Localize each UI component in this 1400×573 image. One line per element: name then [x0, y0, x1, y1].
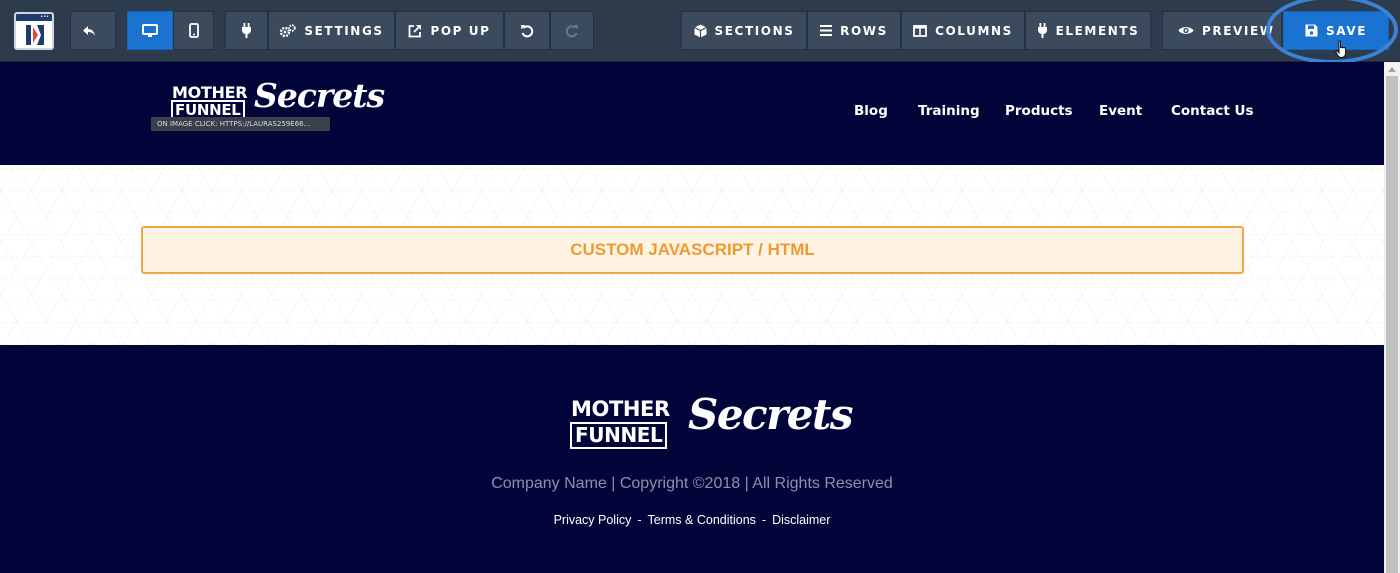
rows-button[interactable]: ROWS	[807, 11, 901, 50]
editor-toolbar: ••• SETTINGS POP UP SECTIONS ROWS COLUMN…	[0, 0, 1400, 64]
plug-icon	[242, 23, 251, 38]
redo-button[interactable]	[550, 11, 594, 50]
columns-button[interactable]: COLUMNS	[901, 11, 1025, 50]
cube-icon	[693, 24, 707, 37]
undo-arrow-icon	[83, 25, 95, 36]
settings-button[interactable]: SETTINGS	[268, 11, 395, 50]
save-label: SAVE	[1326, 23, 1367, 38]
mobile-view-button[interactable]	[173, 11, 214, 50]
footer-links: Privacy Policy - Terms & Conditions - Discla…	[0, 513, 1384, 527]
sections-button[interactable]: SECTIONS	[681, 11, 807, 50]
settings-label: SETTINGS	[304, 23, 384, 38]
preview-button[interactable]: PREVIEW	[1162, 11, 1282, 50]
eye-icon	[1178, 27, 1194, 34]
custom-javascript-html-block[interactable]: CUSTOM JAVASCRIPT / HTML	[141, 226, 1244, 274]
sections-label: SECTIONS	[714, 23, 795, 38]
site-header: MOTHER FUNNEL Secrets ON IMAGE CLICK: HT…	[0, 62, 1384, 165]
site-footer: MOTHER FUNNEL Secrets Company Name | Cop…	[0, 345, 1384, 573]
back-button[interactable]	[70, 11, 116, 50]
nav-link-contact-us[interactable]: Contact Us	[1171, 103, 1254, 119]
footer-link-terms-conditions[interactable]: Terms & Conditions	[648, 513, 756, 527]
footer-link-privacy-policy[interactable]: Privacy Policy	[554, 513, 632, 527]
custom-block-label: CUSTOM JAVASCRIPT / HTML	[570, 240, 815, 259]
bars-icon	[820, 25, 833, 36]
undo-icon	[521, 24, 534, 37]
footer-link-separator: -	[761, 513, 767, 527]
columns-label: COLUMNS	[935, 23, 1013, 38]
undo-button[interactable]	[504, 11, 550, 50]
gears-icon	[280, 23, 297, 37]
footer-brand-top-text: MOTHER	[571, 397, 670, 421]
elements-button[interactable]: ELEMENTS	[1025, 11, 1151, 50]
copyright-text: Company Name | Copyright ©2018 | All Rig…	[491, 475, 893, 492]
save-button[interactable]: SAVE	[1283, 11, 1389, 50]
floppy-disk-icon	[1305, 24, 1318, 37]
redo-icon	[565, 24, 578, 37]
desktop-view-button[interactable]	[127, 11, 173, 50]
footer-link-disclaimer[interactable]: Disclaimer	[772, 513, 830, 527]
popup-label: POP UP	[430, 23, 491, 38]
nav-link-products[interactable]: Products	[1005, 103, 1073, 119]
footer-brand-bottom-text: FUNNEL	[570, 422, 668, 449]
plug-icon	[1037, 23, 1047, 38]
popup-button[interactable]: POP UP	[395, 11, 504, 50]
scroll-thumb[interactable]	[1386, 76, 1398, 573]
mobile-icon	[188, 23, 199, 38]
nav-link-blog[interactable]: Blog	[854, 103, 888, 119]
columns-icon	[913, 24, 927, 37]
main-nav: Blog Training Products Event Contact Us	[0, 103, 1384, 121]
app-logo-icon[interactable]: •••	[14, 12, 54, 50]
elements-label: ELEMENTS	[1055, 23, 1140, 38]
nav-link-training[interactable]: Training	[918, 103, 980, 119]
preview-label: PREVIEW	[1202, 23, 1275, 38]
footer-brand-script-text: Secrets	[688, 390, 854, 439]
rows-label: ROWS	[840, 23, 888, 38]
integrations-button[interactable]	[225, 11, 268, 50]
page-scrollbar[interactable]	[1384, 62, 1400, 573]
scroll-up-arrow-icon[interactable]	[1388, 67, 1396, 72]
desktop-icon	[142, 23, 158, 37]
external-link-icon	[409, 24, 422, 37]
footer-link-separator: -	[637, 513, 642, 527]
nav-link-event[interactable]: Event	[1099, 103, 1142, 119]
content-section: CUSTOM JAVASCRIPT / HTML	[0, 165, 1384, 345]
